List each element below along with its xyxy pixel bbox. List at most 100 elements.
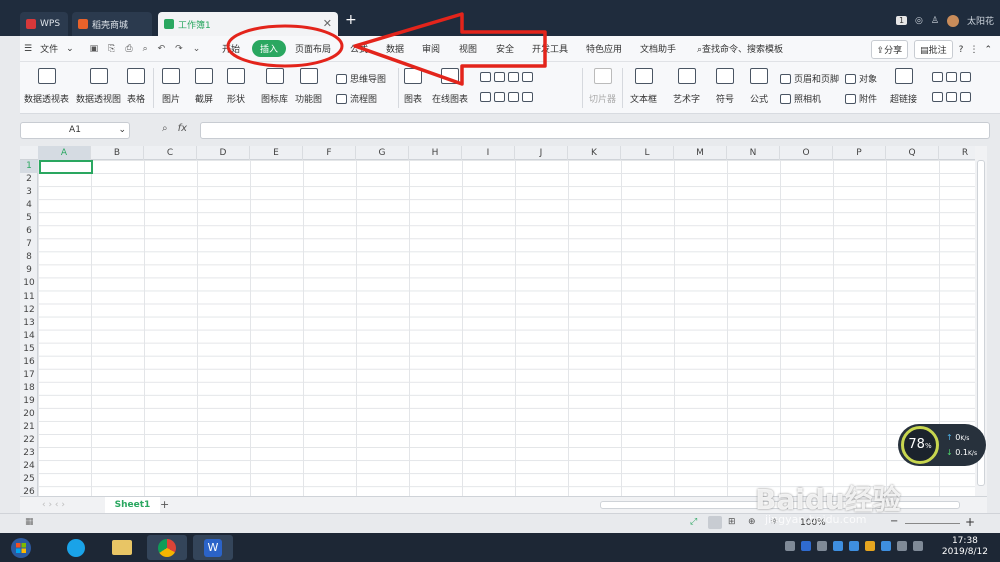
fx-icon[interactable]: fx <box>178 123 187 134</box>
equation-button[interactable]: 公式 <box>750 68 768 105</box>
row-header[interactable]: 11 <box>20 291 38 304</box>
wordart-button[interactable]: 艺术字 <box>673 68 700 105</box>
name-box[interactable]: A1 ⌄ <box>20 122 130 139</box>
row-header[interactable]: 21 <box>20 421 38 434</box>
macro-icon[interactable]: ▦ <box>25 517 34 527</box>
network-icon[interactable] <box>913 541 923 551</box>
header-footer-button[interactable]: 页眉和页脚 <box>780 72 839 85</box>
menu-view[interactable]: 视图 <box>459 42 477 55</box>
row-header[interactable]: 9 <box>20 264 38 277</box>
tray-icon[interactable] <box>865 541 875 551</box>
menu-doc-assistant[interactable]: 文档助手 <box>640 42 676 55</box>
close-icon[interactable]: ✕ <box>323 17 332 30</box>
command-search[interactable]: ⌕查找命令、搜索模板 <box>697 42 783 55</box>
save-icon[interactable]: ▣ <box>90 44 99 54</box>
fullscreen-icon[interactable]: ⤢ <box>690 517 697 527</box>
column-header[interactable]: B <box>91 146 144 160</box>
column-header[interactable]: P <box>833 146 886 160</box>
menu-home[interactable]: 开始 <box>222 42 240 55</box>
screenshot-button[interactable]: 截屏 <box>195 68 213 105</box>
menu-insert[interactable]: 插入 <box>252 40 287 57</box>
row-header[interactable]: 14 <box>20 330 38 343</box>
tray-icon[interactable] <box>881 541 891 551</box>
zoom-slider[interactable] <box>905 523 960 524</box>
row-header[interactable]: 24 <box>20 460 38 473</box>
normal-view-icon[interactable] <box>708 516 722 529</box>
tab-wps[interactable]: WPS <box>20 12 68 36</box>
sheet-nav-icons[interactable]: ‹ › ‹ › <box>42 500 65 510</box>
column-header[interactable]: L <box>621 146 674 160</box>
more-options-icon[interactable]: ⋮ <box>969 45 978 55</box>
row-header[interactable]: 18 <box>20 382 38 395</box>
symbol-button[interactable]: 符号 <box>716 68 734 105</box>
chevron-down-icon[interactable]: ⌄ <box>66 44 74 54</box>
row-header[interactable]: 13 <box>20 317 38 330</box>
pivot-chart-button[interactable]: 数据透视图 <box>76 68 121 105</box>
print-icon[interactable]: ⎙ <box>125 44 132 54</box>
row-header[interactable]: 7 <box>20 238 38 251</box>
taskbar-chrome[interactable] <box>147 535 187 560</box>
row-header[interactable]: 1 <box>20 160 38 173</box>
tab-workbook[interactable]: 工作簿1 ✕ <box>158 12 338 36</box>
shirt-icon[interactable]: ♙ <box>931 16 939 26</box>
menu-page-layout[interactable]: 页面布局 <box>295 42 331 55</box>
hamburger-icon[interactable]: ☰ <box>24 44 32 54</box>
row-header[interactable]: 2 <box>20 173 38 186</box>
row-header[interactable]: 22 <box>20 434 38 447</box>
row-header[interactable]: 5 <box>20 212 38 225</box>
column-header[interactable]: A <box>38 146 91 160</box>
textbox-button[interactable]: 文本框 <box>630 68 657 105</box>
column-header[interactable]: Q <box>886 146 939 160</box>
undo-icon[interactable]: ↶ <box>158 44 166 54</box>
row-header[interactable]: 8 <box>20 251 38 264</box>
network-speed-widget[interactable]: 78% ↑ 0K/s ↓ 0.1K/s <box>898 424 986 466</box>
formula-input[interactable] <box>200 122 990 139</box>
comment-button[interactable]: ▤批注 <box>914 40 953 59</box>
row-header[interactable]: 16 <box>20 356 38 369</box>
flowchart-button[interactable]: 流程图 <box>336 92 377 105</box>
column-header[interactable]: I <box>462 146 515 160</box>
help-tray-icon[interactable] <box>801 541 811 551</box>
tab-docer-store[interactable]: 稻壳商城 <box>72 12 152 36</box>
menu-formulas[interactable]: 公式 <box>350 42 368 55</box>
slicer-button[interactable]: 切片器 <box>589 68 616 105</box>
row-header[interactable]: 26 <box>20 486 38 496</box>
row-header[interactable]: 6 <box>20 225 38 238</box>
tray-icon[interactable] <box>849 541 859 551</box>
preview-icon[interactable]: ⌕ <box>143 44 148 54</box>
hyperlink-button[interactable]: 超链接 <box>890 68 917 105</box>
column-header[interactable]: G <box>356 146 409 160</box>
taskbar-wps[interactable]: W <box>193 535 233 560</box>
row-header[interactable]: 19 <box>20 395 38 408</box>
object-button[interactable]: 对象 <box>845 72 877 85</box>
column-header[interactable]: C <box>144 146 197 160</box>
chart-types-row2[interactable] <box>480 92 533 102</box>
window-count-badge[interactable]: 1 <box>895 16 908 25</box>
row-header[interactable]: 4 <box>20 199 38 212</box>
column-header[interactable]: M <box>674 146 727 160</box>
row-header[interactable]: 15 <box>20 343 38 356</box>
picture-button[interactable]: 图片 <box>162 68 180 105</box>
file-menu[interactable]: 文件 <box>40 42 58 55</box>
tray-icon[interactable] <box>785 541 795 551</box>
column-header[interactable]: K <box>568 146 621 160</box>
column-header[interactable]: O <box>780 146 833 160</box>
column-header[interactable]: N <box>727 146 780 160</box>
column-header[interactable]: F <box>303 146 356 160</box>
row-header[interactable]: 25 <box>20 473 38 486</box>
zoom-in-button[interactable]: + <box>965 515 975 529</box>
menu-security[interactable]: 安全 <box>496 42 514 55</box>
menu-features[interactable]: 特色应用 <box>586 42 622 55</box>
more-icon[interactable]: ⌄ <box>193 44 201 54</box>
help-icon[interactable]: ? <box>959 45 964 55</box>
camera-button[interactable]: 照相机 <box>780 92 821 105</box>
ribbon-more-row2[interactable] <box>932 92 971 102</box>
avatar[interactable] <box>946 14 959 27</box>
row-header[interactable]: 12 <box>20 304 38 317</box>
pivot-table-button[interactable]: 数据透视表 <box>24 68 69 105</box>
icon-library-button[interactable]: 图标库 <box>261 68 288 105</box>
taskbar-browser[interactable] <box>56 535 96 560</box>
row-header[interactable]: 20 <box>20 408 38 421</box>
mindmap-button[interactable]: 思维导图 <box>336 72 386 85</box>
skin-icon[interactable]: ◎ <box>915 16 923 26</box>
